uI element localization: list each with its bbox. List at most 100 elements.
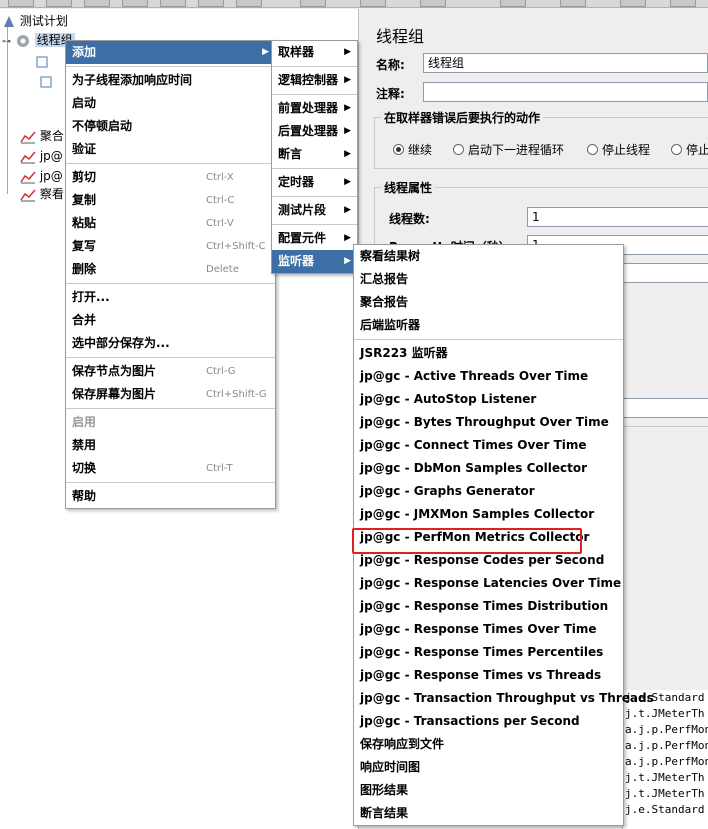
toolbar-button[interactable] bbox=[84, 0, 110, 7]
chart-icon bbox=[20, 171, 36, 183]
listener-submenu-item-jp-gc-autostop-listener[interactable]: jp@gc - AutoStop Listener bbox=[354, 388, 623, 411]
tree-node-thread-group[interactable]: ⊶ 线程组 bbox=[2, 31, 75, 49]
listener-submenu-item-jp-gc-response-times-vs-threads[interactable]: jp@gc - Response Times vs Threads bbox=[354, 664, 623, 687]
context-menu-item-启动[interactable]: 启动 bbox=[66, 92, 275, 115]
add-submenu-item-监听器[interactable]: 监听器 ▶ bbox=[272, 250, 357, 273]
listener-submenu-item-汇总报告[interactable]: 汇总报告 bbox=[354, 268, 623, 291]
tree-toggle-icon[interactable]: ⊶ bbox=[2, 37, 11, 47]
tree-connector bbox=[7, 24, 8, 194]
tree-node-child[interactable] bbox=[36, 52, 48, 70]
log-pane: j.e.Standard j.t.JMeterTh a.j.p.PerfMon … bbox=[622, 690, 708, 829]
toolbar-button[interactable] bbox=[46, 0, 72, 7]
submenu-arrow-icon: ▶ bbox=[344, 205, 351, 215]
add-submenu-item-测试片段[interactable]: 测试片段 ▶ bbox=[272, 199, 357, 222]
listener-submenu-item-jp-gc-connect-times-over-time[interactable]: jp@gc - Connect Times Over Time bbox=[354, 434, 623, 457]
context-menu-item-保存节点为图片[interactable]: 保存节点为图片 Ctrl-G bbox=[66, 360, 275, 383]
context-menu-item-合并[interactable]: 合并 bbox=[66, 309, 275, 332]
toolbar-button[interactable] bbox=[236, 0, 262, 7]
tree-node-jpgc-2[interactable]: jp@ bbox=[20, 167, 63, 185]
context-menu-item-不停顿启动[interactable]: 不停顿启动 bbox=[66, 115, 275, 138]
submenu-arrow-icon: ▶ bbox=[262, 47, 269, 57]
tree-node-child[interactable] bbox=[40, 72, 52, 90]
listener-submenu-item-jp-gc-response-times-percentiles[interactable]: jp@gc - Response Times Percentiles bbox=[354, 641, 623, 664]
radio-stop-test[interactable]: 停止 bbox=[671, 141, 708, 158]
toolbar-button[interactable] bbox=[500, 0, 526, 7]
gear-icon bbox=[16, 34, 29, 47]
radio-continue[interactable]: 继续 bbox=[393, 141, 432, 158]
add-submenu-item-配置元件[interactable]: 配置元件 ▶ bbox=[272, 227, 357, 250]
submenu-arrow-icon: ▶ bbox=[344, 47, 351, 57]
threads-input[interactable]: 1 bbox=[527, 207, 708, 227]
add-submenu-item-断言[interactable]: 断言 ▶ bbox=[272, 143, 357, 166]
toolbar-button[interactable] bbox=[670, 0, 696, 7]
listener-submenu-item-响应时间图[interactable]: 响应时间图 bbox=[354, 756, 623, 779]
add-submenu-item-取样器[interactable]: 取样器 ▶ bbox=[272, 41, 357, 64]
context-menu-item-保存屏幕为图片[interactable]: 保存屏幕为图片 Ctrl+Shift-G bbox=[66, 383, 275, 406]
tree-node-results-tree[interactable]: 察看 bbox=[20, 185, 64, 203]
menu-item-label: 合并 bbox=[72, 313, 97, 327]
listener-submenu-item-jp-gc-response-times-distribution[interactable]: jp@gc - Response Times Distribution bbox=[354, 595, 623, 618]
context-menu-item-复制[interactable]: 复制 Ctrl-C bbox=[66, 189, 275, 212]
listener-submenu-item-jp-gc-active-threads-over-time[interactable]: jp@gc - Active Threads Over Time bbox=[354, 365, 623, 388]
tree-node-test-plan[interactable]: 测试计划 bbox=[2, 12, 68, 30]
context-menu-item-禁用[interactable]: 禁用 bbox=[66, 434, 275, 457]
menu-item-label: 选中部分保存为... bbox=[72, 336, 170, 350]
listener-submenu-item-后端监听器[interactable]: 后端监听器 bbox=[354, 314, 623, 337]
toolbar-button[interactable] bbox=[420, 0, 446, 7]
menu-separator bbox=[272, 224, 357, 225]
listener-submenu-item-聚合报告[interactable]: 聚合报告 bbox=[354, 291, 623, 314]
toolbar-button[interactable] bbox=[8, 0, 34, 7]
listener-submenu-item-jsr223-监听器[interactable]: JSR223 监听器 bbox=[354, 342, 623, 365]
menu-separator bbox=[272, 94, 357, 95]
menu-item-label: 断言 bbox=[278, 147, 303, 161]
toolbar-button[interactable] bbox=[560, 0, 586, 7]
add-submenu-item-定时器[interactable]: 定时器 ▶ bbox=[272, 171, 357, 194]
menu-item-label: jp@gc - Graphs Generator bbox=[360, 484, 535, 498]
radio-start-next-loop[interactable]: 启动下一进程循环 bbox=[453, 141, 564, 158]
context-menu-item-帮助[interactable]: 帮助 bbox=[66, 485, 275, 508]
listener-submenu-item-察看结果树[interactable]: 察看结果树 bbox=[354, 245, 623, 268]
context-menu-item-验证[interactable]: 验证 bbox=[66, 138, 275, 161]
listener-submenu-item-jp-gc-dbmon-samples-collector[interactable]: jp@gc - DbMon Samples Collector bbox=[354, 457, 623, 480]
menu-separator bbox=[272, 196, 357, 197]
context-menu-item-复写[interactable]: 复写 Ctrl+Shift-C bbox=[66, 235, 275, 258]
toolbar bbox=[0, 0, 708, 8]
listener-submenu-item-jp-gc-transactions-per-second[interactable]: jp@gc - Transactions per Second bbox=[354, 710, 623, 733]
context-menu-item-选中部分保存为[interactable]: 选中部分保存为... bbox=[66, 332, 275, 355]
context-menu-item-打开[interactable]: 打开... bbox=[66, 286, 275, 309]
add-submenu-item-前置处理器[interactable]: 前置处理器 ▶ bbox=[272, 97, 357, 120]
listener-submenu-item-jp-gc-transaction-throughput-vs-threads[interactable]: jp@gc - Transaction Throughput vs Thread… bbox=[354, 687, 654, 710]
tree-node-aggregate[interactable]: 聚合 bbox=[20, 127, 64, 145]
context-menu-item-添加[interactable]: 添加 ▶ bbox=[66, 41, 275, 64]
toolbar-button[interactable] bbox=[360, 0, 386, 7]
listener-submenu-item-jp-gc-graphs-generator[interactable]: jp@gc - Graphs Generator bbox=[354, 480, 623, 503]
panel-title: 线程组 bbox=[376, 27, 425, 46]
tree-node-jpgc-1[interactable]: jp@ bbox=[20, 147, 63, 165]
menu-separator bbox=[66, 408, 275, 409]
toolbar-button[interactable] bbox=[160, 0, 186, 7]
toolbar-button[interactable] bbox=[198, 0, 224, 7]
submenu-arrow-icon: ▶ bbox=[344, 233, 351, 243]
menu-shortcut: Ctrl-V bbox=[206, 218, 234, 229]
radio-stop-thread[interactable]: 停止线程 bbox=[587, 141, 650, 158]
toolbar-button[interactable] bbox=[620, 0, 646, 7]
toolbar-button[interactable] bbox=[300, 0, 326, 7]
context-menu-item-粘贴[interactable]: 粘贴 Ctrl-V bbox=[66, 212, 275, 235]
listener-submenu-item-图形结果[interactable]: 图形结果 bbox=[354, 779, 623, 802]
listener-submenu-item-保存响应到文件[interactable]: 保存响应到文件 bbox=[354, 733, 623, 756]
context-menu-item-剪切[interactable]: 剪切 Ctrl-X bbox=[66, 166, 275, 189]
context-menu-item-切换[interactable]: 切换 Ctrl-T bbox=[66, 457, 275, 480]
name-input[interactable]: 线程组 bbox=[423, 53, 708, 73]
listener-submenu-item-jp-gc-bytes-throughput-over-time[interactable]: jp@gc - Bytes Throughput Over Time bbox=[354, 411, 623, 434]
add-submenu-item-逻辑控制器[interactable]: 逻辑控制器 ▶ bbox=[272, 69, 357, 92]
menu-item-label: jp@gc - Connect Times Over Time bbox=[360, 438, 587, 452]
add-submenu-item-后置处理器[interactable]: 后置处理器 ▶ bbox=[272, 120, 357, 143]
comment-input[interactable] bbox=[423, 82, 708, 102]
listener-submenu-item-jp-gc-jmxmon-samples-collector[interactable]: jp@gc - JMXMon Samples Collector bbox=[354, 503, 623, 526]
listener-submenu-item-jp-gc-response-latencies-over-time[interactable]: jp@gc - Response Latencies Over Time bbox=[354, 572, 623, 595]
listener-submenu-item-断言结果[interactable]: 断言结果 bbox=[354, 802, 623, 825]
context-menu-item-为子线程添加响应时间[interactable]: 为子线程添加响应时间 bbox=[66, 69, 275, 92]
context-menu-item-删除[interactable]: 删除 Delete bbox=[66, 258, 275, 281]
toolbar-button[interactable] bbox=[122, 0, 148, 7]
listener-submenu-item-jp-gc-response-times-over-time[interactable]: jp@gc - Response Times Over Time bbox=[354, 618, 623, 641]
